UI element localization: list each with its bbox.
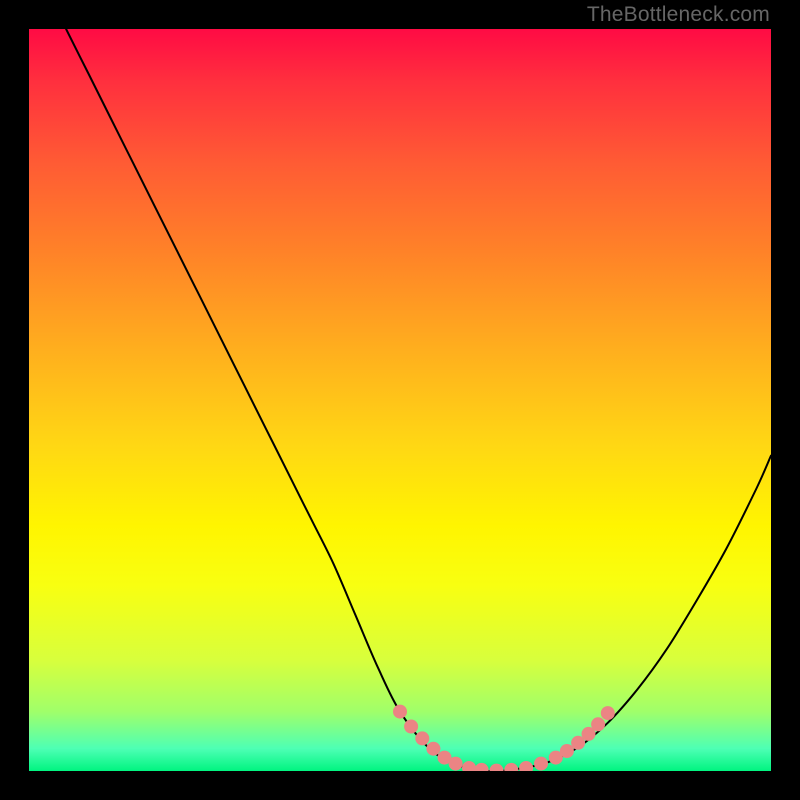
- highlight-dots: [393, 705, 615, 771]
- highlight-dot: [591, 717, 605, 731]
- highlight-dot: [404, 720, 418, 734]
- highlight-dot: [462, 761, 476, 771]
- highlight-dot: [475, 763, 489, 771]
- highlight-dot: [415, 731, 429, 745]
- chart-stage: TheBottleneck.com: [0, 0, 800, 800]
- highlight-dot: [560, 744, 574, 758]
- highlight-dot: [534, 757, 548, 771]
- highlight-dot: [490, 764, 504, 771]
- highlight-dot: [601, 706, 615, 720]
- chart-svg: [29, 29, 771, 771]
- bottleneck-curve: [66, 29, 771, 771]
- highlight-dot: [519, 761, 533, 771]
- highlight-dot: [449, 757, 463, 771]
- chart-plot-area: [29, 29, 771, 771]
- highlight-dot: [393, 705, 407, 719]
- highlight-dot: [504, 763, 518, 771]
- highlight-dot: [426, 742, 440, 756]
- watermark-text: TheBottleneck.com: [587, 3, 770, 27]
